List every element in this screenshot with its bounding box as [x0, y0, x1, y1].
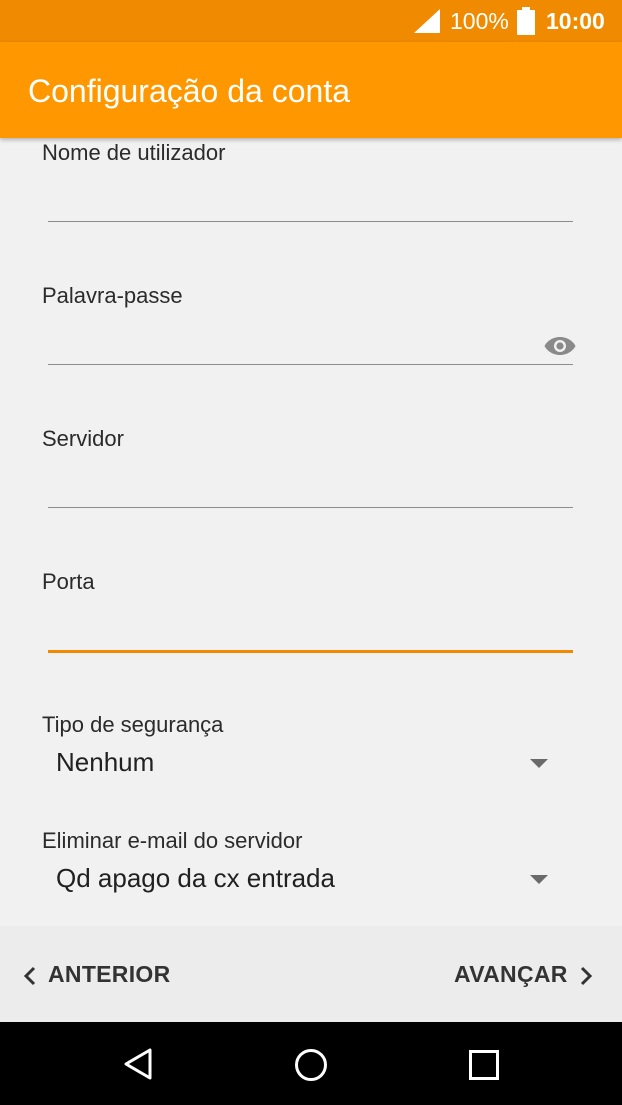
- security-type-label: Tipo de segurança: [42, 712, 224, 737]
- chevron-down-icon: [530, 875, 548, 884]
- password-input[interactable]: [48, 325, 538, 363]
- app-bar: Configuração da conta: [0, 42, 622, 138]
- username-label: Nome de utilizador: [42, 140, 226, 165]
- clock: 10:00: [546, 8, 605, 34]
- status-bar: 100% 10:00: [0, 0, 622, 42]
- port-underline: [48, 650, 573, 653]
- battery-percent: 100%: [450, 8, 509, 34]
- password-underline: [48, 364, 573, 365]
- chevron-right-icon: [580, 966, 592, 985]
- chevron-left-icon: [23, 966, 36, 985]
- delete-email-value: Qd apago da cx entrada: [56, 863, 335, 893]
- security-type-select[interactable]: Nenhum: [42, 742, 582, 786]
- chevron-down-icon: [530, 759, 548, 768]
- previous-button[interactable]: ANTERIOR: [22, 958, 171, 990]
- battery-icon: [517, 7, 535, 35]
- recents-icon[interactable]: [468, 1049, 500, 1081]
- server-underline: [48, 507, 573, 508]
- username-underline: [48, 221, 573, 222]
- signal-icon: [414, 9, 440, 33]
- username-input[interactable]: [48, 182, 538, 220]
- password-label: Palavra-passe: [42, 283, 183, 308]
- back-icon[interactable]: [122, 1047, 154, 1081]
- account-settings-form: Nome de utilizador Palavra-passe Servido…: [0, 138, 622, 926]
- page-title: Configuração da conta: [28, 73, 350, 109]
- home-icon[interactable]: [293, 1047, 329, 1083]
- security-type-value: Nenhum: [56, 747, 155, 777]
- port-input[interactable]: [48, 610, 538, 648]
- port-label: Porta: [42, 569, 95, 594]
- delete-email-label: Eliminar e-mail do servidor: [42, 828, 303, 853]
- next-button-label: AVANÇAR: [454, 961, 568, 987]
- system-navigation-bar: [0, 1022, 622, 1105]
- wizard-navigation: ANTERIOR AVANÇAR: [0, 926, 622, 1022]
- eye-icon[interactable]: [544, 335, 576, 357]
- previous-button-label: ANTERIOR: [48, 961, 171, 987]
- server-label: Servidor: [42, 426, 124, 451]
- server-input[interactable]: [48, 468, 538, 506]
- delete-email-select[interactable]: Qd apago da cx entrada: [42, 858, 582, 902]
- next-button[interactable]: AVANÇAR: [454, 958, 594, 990]
